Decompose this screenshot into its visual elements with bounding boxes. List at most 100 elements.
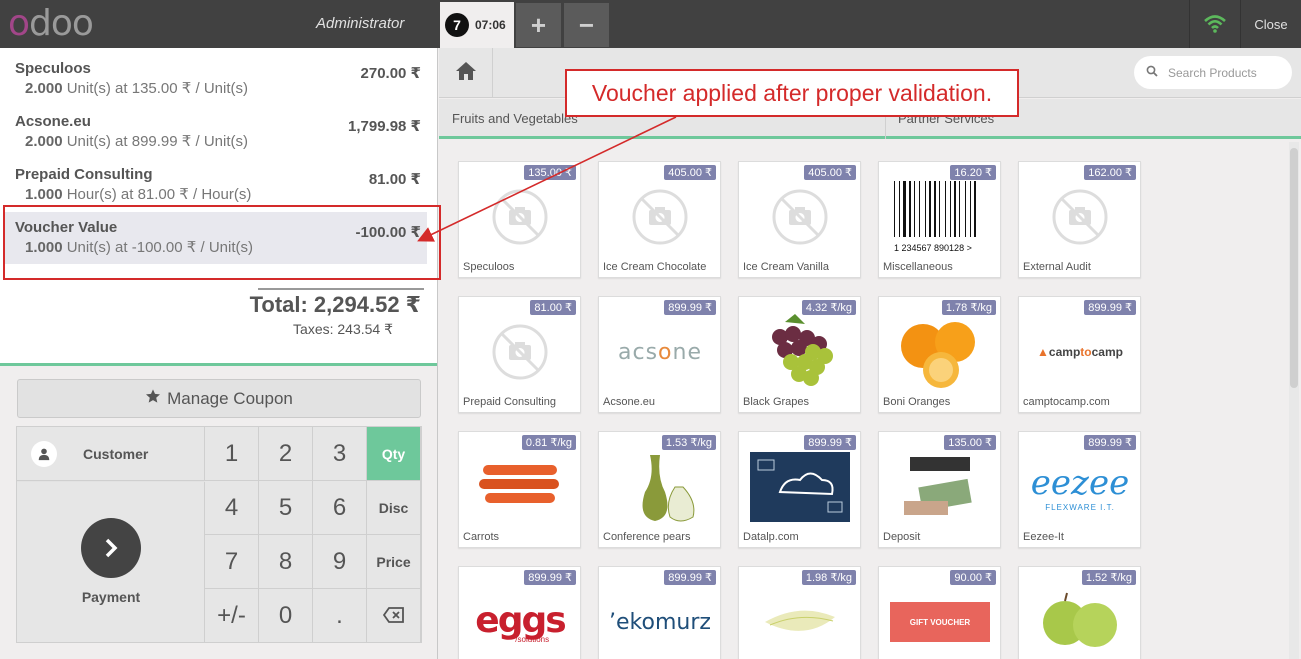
product-card[interactable]: ’ekomurz 899.99 ₹ <box>598 566 721 659</box>
line-unit-info: Unit(s) at 135.00 ₹ / Unit(s) <box>66 80 248 97</box>
pears-image <box>605 446 715 528</box>
backspace-icon <box>382 602 405 630</box>
numpad-key-1[interactable]: 1 <box>205 427 259 481</box>
star-icon <box>145 388 161 409</box>
disc-mode-button[interactable]: Disc <box>367 481 421 535</box>
odoo-logo: odoo <box>8 3 94 44</box>
product-price-tag: 405.00 ₹ <box>804 165 856 180</box>
product-card[interactable]: 135.00 ₹ Speculoos <box>458 161 581 278</box>
line-price: 270.00 ₹ <box>360 65 421 82</box>
product-card[interactable]: 1.78 ₹/kg Boni Oranges <box>878 296 1001 413</box>
order-line[interactable]: Acsone.eu 1,799.98 ₹ 2.000 Unit(s) at 89… <box>5 106 427 158</box>
svg-text:1 234567 890128 >: 1 234567 890128 > <box>894 243 972 253</box>
order-taxes: Taxes: 243.54 ₹ <box>293 321 393 337</box>
annotation-callout: Voucher applied after proper validation. <box>565 69 1019 117</box>
logo-rest: doo <box>29 3 94 44</box>
product-card[interactable]: 1 234567 890128 > 16.20 ₹ Miscellaneous <box>878 161 1001 278</box>
scrollbar-thumb[interactable] <box>1290 148 1298 388</box>
carrots-image <box>465 446 575 528</box>
user-name[interactable]: Administrator <box>316 15 404 32</box>
product-price-tag: 16.20 ₹ <box>950 165 996 180</box>
chevron-right-icon <box>81 518 141 578</box>
product-price-tag: 1.98 ₹/kg <box>801 570 856 585</box>
qty-mode-button[interactable]: Qty <box>367 427 421 481</box>
product-name: Conference pears <box>603 531 691 543</box>
product-name: External Audit <box>1023 261 1091 273</box>
line-unit-info: Hour(s) at 81.00 ₹ / Hour(s) <box>66 186 252 203</box>
numpad-key-7[interactable]: 7 <box>205 535 259 589</box>
numpad-key-3[interactable]: 3 <box>313 427 367 481</box>
product-price-tag: 1.53 ₹/kg <box>661 435 716 450</box>
camptocamp-logo: ▲camptocamp <box>1037 345 1123 359</box>
remove-order-button[interactable]: − <box>564 3 609 47</box>
add-order-button[interactable]: + <box>516 3 561 47</box>
product-price-tag: 135.00 ₹ <box>524 165 576 180</box>
product-card[interactable]: 1.52 ₹/kg <box>1018 566 1141 659</box>
no-image-icon <box>465 311 575 393</box>
payment-button[interactable]: Payment <box>17 482 205 642</box>
line-product-name: Prepaid Consulting <box>15 166 153 183</box>
product-card[interactable]: 135.00 ₹ Deposit <box>878 431 1001 548</box>
products-pane: Search Products Fruits and Vegetables Pa… <box>439 48 1301 659</box>
product-price-tag: 899.99 ₹ <box>664 300 716 315</box>
category-fruits-and-vegetables[interactable]: Fruits and Vegetables <box>452 111 578 126</box>
home-icon <box>455 61 477 86</box>
line-qty: 1.000 <box>25 186 63 203</box>
product-grid: 135.00 ₹ Speculoos 405.00 ₹ Ice Cream Ch… <box>439 142 1287 659</box>
product-card[interactable]: 162.00 ₹ External Audit <box>1018 161 1141 278</box>
product-card[interactable]: 405.00 ₹ Ice Cream Vanilla <box>738 161 861 278</box>
oranges-image <box>885 311 995 393</box>
eezee-logo: eezee FLEXWARE I.T. <box>1030 462 1130 512</box>
manage-coupon-button[interactable]: Manage Coupon <box>17 379 421 418</box>
product-card[interactable]: 1.53 ₹/kg Conference pears <box>598 431 721 548</box>
line-price: 81.00 ₹ <box>368 171 421 188</box>
customer-button[interactable]: Customer <box>17 427 205 481</box>
product-card[interactable]: 899.99 ₹ Datalp.com <box>738 431 861 548</box>
product-card[interactable]: eezee FLEXWARE I.T. 899.99 ₹ Eezee-It <box>1018 431 1141 548</box>
product-price-tag: 1.52 ₹/kg <box>1081 570 1136 585</box>
product-card[interactable]: 1.98 ₹/kg <box>738 566 861 659</box>
line-unit-info: Unit(s) at 899.99 ₹ / Unit(s) <box>66 133 248 150</box>
product-card[interactable]: eggs/solutions 899.99 ₹ <box>458 566 581 659</box>
product-name: camptocamp.com <box>1023 396 1110 408</box>
wifi-icon <box>1190 0 1240 48</box>
product-name: Deposit <box>883 531 921 543</box>
numpad-key-dot[interactable]: . <box>313 589 367 643</box>
apples-image <box>1025 581 1135 659</box>
product-card[interactable]: acsone 899.99 ₹ Acsone.eu <box>598 296 721 413</box>
numpad-key-6[interactable]: 6 <box>313 481 367 535</box>
order-number: 7 <box>445 13 469 37</box>
numpad-key-2[interactable]: 2 <box>259 427 313 481</box>
product-price-tag: 899.99 ₹ <box>524 570 576 585</box>
search-box[interactable]: Search Products <box>1134 56 1292 89</box>
numpad-key-plusminus[interactable]: +/- <box>205 589 259 643</box>
numpad-key-9[interactable]: 9 <box>313 535 367 589</box>
order-line[interactable]: Prepaid Consulting 81.00 ₹ 1.000 Hour(s)… <box>5 159 427 211</box>
home-button[interactable] <box>439 48 493 98</box>
order-tab[interactable]: 7 07:06 <box>440 2 514 48</box>
search-input[interactable]: Search Products <box>1168 66 1257 80</box>
product-name: Ice Cream Chocolate <box>603 261 707 273</box>
close-button[interactable]: Close <box>1241 0 1301 48</box>
price-mode-button[interactable]: Price <box>367 535 421 589</box>
search-icon <box>1146 65 1158 80</box>
numpad-key-5[interactable]: 5 <box>259 481 313 535</box>
product-card[interactable]: GIFT VOUCHER 90.00 ₹ <box>878 566 1001 659</box>
product-name: Black Grapes <box>743 396 810 408</box>
numpad-key-8[interactable]: 8 <box>259 535 313 589</box>
product-card[interactable]: 0.81 ₹/kg Carrots <box>458 431 581 548</box>
barcode-image: 1 234567 890128 > <box>885 176 995 258</box>
product-card[interactable]: 81.00 ₹ Prepaid Consulting <box>458 296 581 413</box>
deposit-image <box>885 446 995 528</box>
product-card[interactable]: 4.32 ₹/kg Black Grapes <box>738 296 861 413</box>
datalp-image <box>745 446 855 528</box>
product-name: Ice Cream Vanilla <box>743 261 829 273</box>
product-card[interactable]: ▲camptocamp 899.99 ₹ camptocamp.com <box>1018 296 1141 413</box>
product-price-tag: 405.00 ₹ <box>664 165 716 180</box>
order-line[interactable]: Speculoos 270.00 ₹ 2.000 Unit(s) at 135.… <box>5 53 427 105</box>
product-name: Acsone.eu <box>603 396 655 408</box>
numpad-key-4[interactable]: 4 <box>205 481 259 535</box>
backspace-button[interactable] <box>367 589 421 643</box>
product-card[interactable]: 405.00 ₹ Ice Cream Chocolate <box>598 161 721 278</box>
numpad-key-0[interactable]: 0 <box>259 589 313 643</box>
